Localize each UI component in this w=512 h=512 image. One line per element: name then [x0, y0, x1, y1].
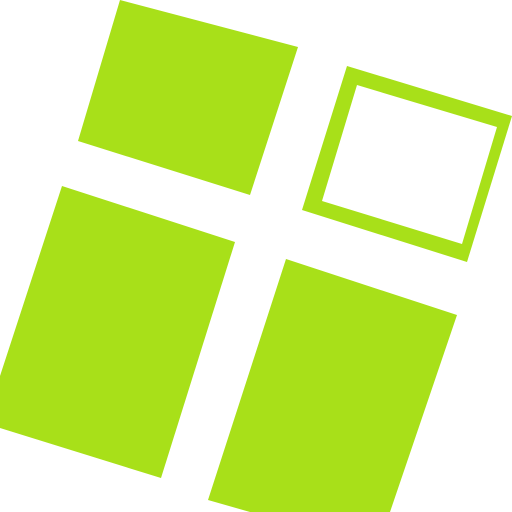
- tile-bottom-left: [0, 186, 235, 478]
- tile-bottom-right: [208, 259, 457, 512]
- canvas: [0, 0, 512, 512]
- tile-top-left: [78, 0, 298, 195]
- dashboard-tiles-icon: [0, 0, 512, 512]
